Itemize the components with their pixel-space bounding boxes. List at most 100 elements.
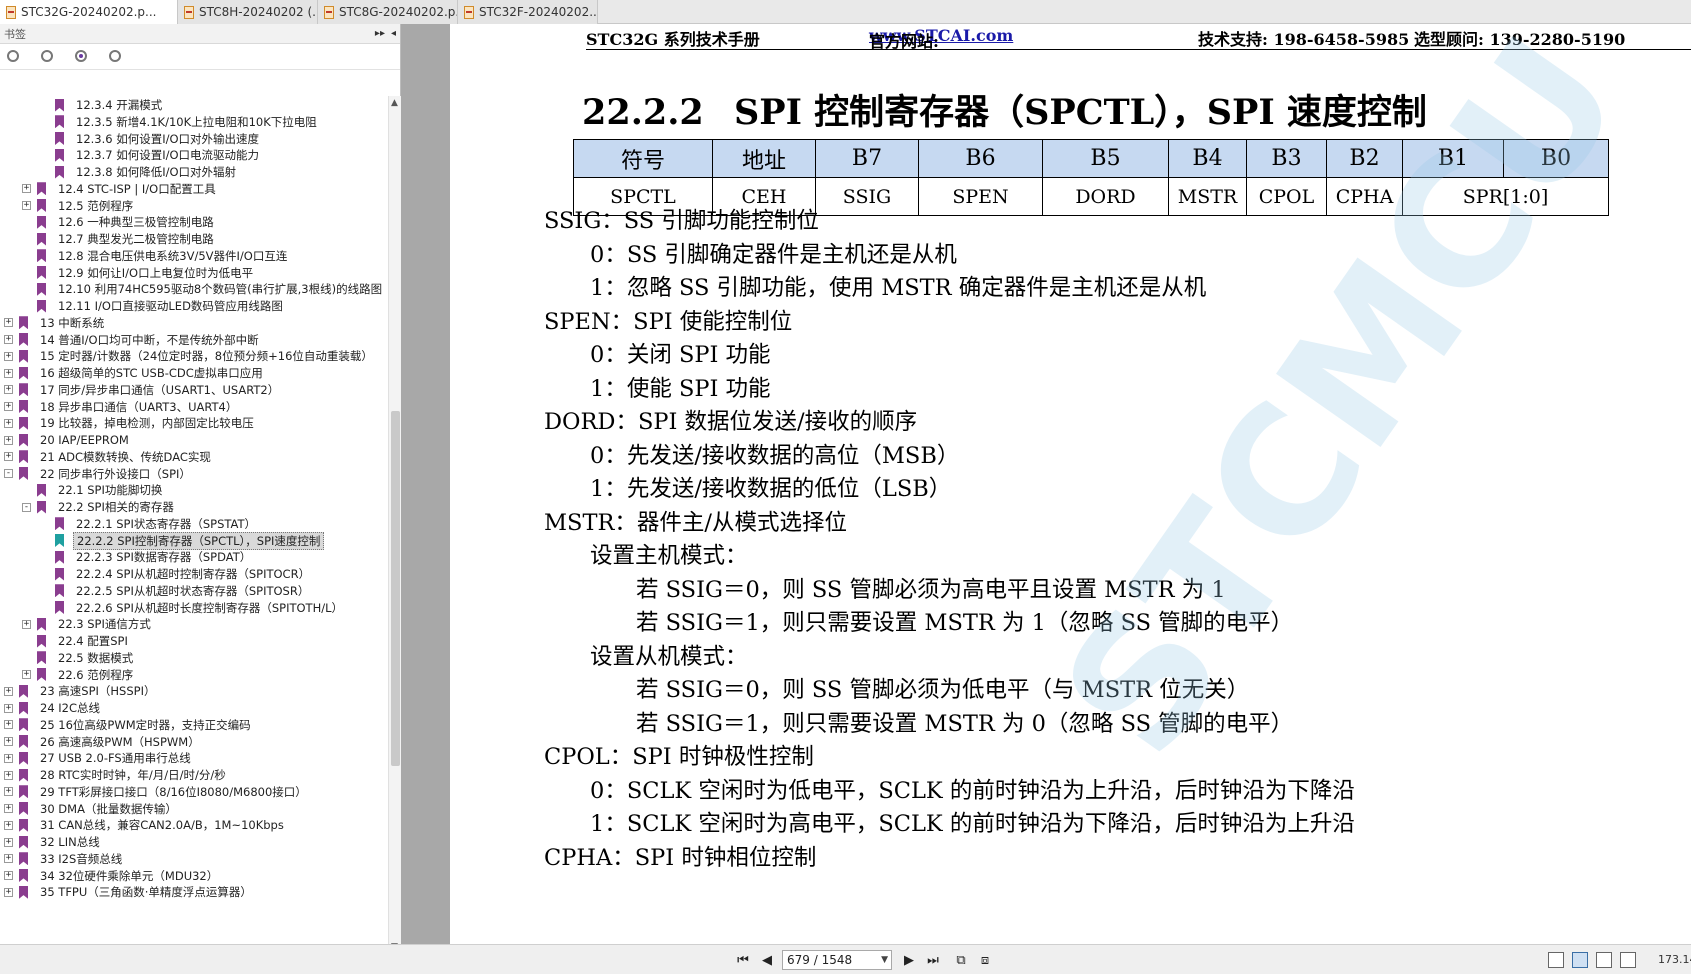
expand-toggle-icon[interactable]: +: [4, 385, 13, 395]
bookmark-item[interactable]: 12.8 混合电压供电系统3V/5V器件I/O口互连: [22, 247, 290, 265]
bookmark-item[interactable]: +35 TFPU（三角函数·单精度浮点运算器）: [4, 883, 255, 901]
bookmark-item[interactable]: 12.3.4 开漏模式: [40, 96, 165, 114]
bookmark-options-icon[interactable]: [108, 49, 124, 65]
expand-toggle-icon[interactable]: +: [4, 887, 13, 897]
bookmark-item[interactable]: 22.1 SPI功能脚切换: [22, 481, 165, 499]
bookmark-item[interactable]: 12.3.7 如何设置I/O口电流驱动能力: [40, 146, 262, 164]
expand-toggle-icon[interactable]: +: [4, 871, 13, 880]
expand-toggle-icon[interactable]: +: [4, 854, 13, 864]
single-page-view-icon[interactable]: [1548, 952, 1564, 968]
bookmark-item[interactable]: +12.5 范例程序: [22, 197, 136, 215]
expand-toggle-icon[interactable]: +: [4, 837, 13, 847]
expand-toggle-icon[interactable]: +: [4, 368, 13, 378]
sidebar-collapse-button[interactable]: ▸▸: [375, 28, 385, 39]
bookmark-item[interactable]: +21 ADC模数转换、传统DAC实现: [4, 448, 214, 466]
bookmark-item[interactable]: +16 超级简单的STC USB-CDC虚拟串口应用: [4, 364, 266, 382]
bookmark-item[interactable]: +31 CAN总线，兼容CAN2.0A/B，1M~10Kbps: [4, 816, 287, 834]
tab-stc8h[interactable]: STC8H-20240202 (...: [178, 0, 318, 24]
bookmark-item[interactable]: +34 32位硬件乘除单元（MDU32）: [4, 867, 221, 885]
expand-toggle-icon[interactable]: +: [4, 703, 13, 713]
scrollbar-thumb[interactable]: [391, 411, 400, 766]
bookmark-item[interactable]: 12.7 典型发光二极管控制电路: [22, 230, 217, 248]
bookmark-item[interactable]: +12.4 STC-ISP | I/O口配置工具: [22, 180, 219, 198]
bookmark-item[interactable]: +27 USB 2.0-FS通用串行总线: [4, 749, 194, 767]
expand-toggle-icon[interactable]: +: [4, 402, 13, 411]
bookmark-item[interactable]: 12.9 如何让I/O口上电复位时为低电平: [22, 264, 256, 282]
find-current-bookmark-icon[interactable]: [74, 49, 90, 65]
expand-toggle-icon[interactable]: +: [4, 452, 13, 462]
sidebar-close-button[interactable]: ◂: [391, 28, 396, 39]
bookmark-item[interactable]: +30 DMA（批量数据传输）: [4, 800, 180, 818]
bookmark-item[interactable]: 12.10 利用74HC595驱动8个数码管(串行扩展,3根线)的线路图: [22, 280, 385, 298]
bookmark-item[interactable]: 12.11 I/O口直接驱动LED数码管应用线路图: [22, 297, 286, 315]
go-back-icon[interactable]: ⧉: [952, 951, 970, 969]
expand-toggle-icon[interactable]: +: [4, 720, 13, 730]
tab-stc32f[interactable]: STC32F-20240202....: [458, 0, 598, 24]
next-page-icon[interactable]: ▶: [900, 951, 918, 969]
bookmark-item[interactable]: +15 定时器/计数器（24位定时器，8位预分频+16位自动重装载）: [4, 347, 376, 365]
expand-toggle-icon[interactable]: +: [4, 418, 13, 428]
bookmark-item[interactable]: 12.3.5 新增4.1K/10K上拉电阻和10K下拉电阻: [40, 113, 320, 131]
bookmark-item[interactable]: 12.3.8 如何降低I/O口对外辐射: [40, 163, 239, 181]
expand-all-bookmarks-icon[interactable]: [6, 49, 22, 65]
expand-toggle-icon[interactable]: +: [4, 787, 13, 797]
expand-toggle-icon[interactable]: +: [4, 737, 13, 746]
sidebar-vertical-scrollbar[interactable]: ▲ ▼: [388, 96, 401, 956]
bookmark-item[interactable]: 22.2.2 SPI控制寄存器（SPCTL），SPI速度控制: [40, 531, 325, 550]
expand-toggle-icon[interactable]: +: [22, 184, 31, 194]
bookmark-item[interactable]: +22.6 范例程序: [22, 666, 136, 684]
bookmark-item[interactable]: +33 I2S音频总线: [4, 850, 125, 868]
bookmark-item[interactable]: - 22.2 SPI相关的寄存器: [22, 498, 177, 516]
bookmark-item[interactable]: 22.5 数据模式: [22, 649, 136, 667]
expand-toggle-icon[interactable]: +: [22, 201, 31, 210]
bookmark-item[interactable]: 22.2.3 SPI数据寄存器（SPDAT）: [40, 548, 254, 566]
expand-toggle-icon[interactable]: +: [4, 820, 13, 830]
bookmark-item[interactable]: +28 RTC实时时钟，年/月/日/时/分/秒: [4, 766, 229, 784]
expand-toggle-icon[interactable]: +: [22, 670, 31, 679]
collapse-toggle-icon[interactable]: -: [22, 502, 31, 512]
expand-toggle-icon[interactable]: +: [4, 753, 13, 763]
continuous-view-icon[interactable]: [1572, 952, 1588, 968]
expand-toggle-icon[interactable]: +: [4, 435, 13, 445]
first-page-icon[interactable]: ⏮: [734, 951, 752, 969]
bookmark-item[interactable]: +18 异步串口通信（UART3、UART4）: [4, 398, 240, 416]
bookmark-item[interactable]: +19 比较器，掉电检测，内部固定比较电压: [4, 414, 257, 432]
expand-toggle-icon[interactable]: +: [4, 335, 13, 344]
bookmark-item[interactable]: 12.6 一种典型三极管控制电路: [22, 213, 217, 231]
facing-view-icon[interactable]: [1596, 952, 1612, 968]
previous-page-icon[interactable]: ◀: [758, 951, 776, 969]
tab-stc8g[interactable]: STC8G-20240202.p...: [318, 0, 458, 24]
collapse-all-bookmarks-icon[interactable]: [40, 49, 56, 65]
bookmark-item[interactable]: 22.2.5 SPI从机超时状态寄存器（SPITOSR）: [40, 582, 312, 600]
expand-toggle-icon[interactable]: +: [4, 804, 13, 813]
bookmark-item[interactable]: +23 高速SPI（HSSPI）: [4, 682, 159, 700]
expand-toggle-icon[interactable]: +: [22, 619, 31, 629]
bookmark-item[interactable]: +13 中断系统: [4, 314, 107, 332]
last-page-icon[interactable]: ⏭: [924, 951, 942, 969]
bookmark-item[interactable]: 22.2.1 SPI状态寄存器（SPSTAT）: [40, 515, 259, 533]
bookmark-item[interactable]: 22.2.4 SPI从机超时控制寄存器（SPITOCR）: [40, 565, 313, 583]
go-forward-icon[interactable]: ⧈: [976, 951, 994, 969]
bookmark-item[interactable]: +26 高速高级PWM（HSPWM）: [4, 733, 203, 751]
bookmark-item[interactable]: +25 16位高级PWM定时器，支持正交编码: [4, 716, 254, 734]
bookmark-item[interactable]: +29 TFT彩屏接口接口（8/16位I8080/M6800接口）: [4, 783, 310, 801]
tab-stc32g[interactable]: STC32G-20240202.p...: [0, 0, 178, 24]
bookmark-item[interactable]: +17 同步/异步串口通信（USART1、USART2）: [4, 381, 282, 399]
expand-toggle-icon[interactable]: +: [4, 351, 13, 361]
bookmark-item[interactable]: +24 I2C总线: [4, 699, 103, 717]
bookmark-item[interactable]: 12.3.6 如何设置I/O口对外输出速度: [40, 130, 262, 148]
bookmark-item[interactable]: +32 LIN总线: [4, 833, 103, 851]
bookmark-item[interactable]: +22.3 SPI通信方式: [22, 615, 154, 633]
expand-toggle-icon[interactable]: +: [4, 318, 13, 328]
bookmark-item[interactable]: - 22 同步串行外设接口（SPI）: [4, 465, 194, 483]
expand-toggle-icon[interactable]: +: [4, 770, 13, 780]
chevron-down-icon[interactable]: ▼: [881, 951, 888, 969]
bookmark-item[interactable]: 22.2.6 SPI从机超时长度控制寄存器（SPITOTH/L）: [40, 599, 346, 617]
scroll-up-icon[interactable]: ▲: [391, 98, 398, 108]
bookmark-item[interactable]: +20 IAP/EEPROM: [4, 431, 132, 449]
bookmark-item[interactable]: 22.4 配置SPI: [22, 632, 131, 650]
page-number-field[interactable]: 679 / 1548 ▼: [782, 950, 892, 970]
book-view-icon[interactable]: [1620, 952, 1636, 968]
collapse-toggle-icon[interactable]: -: [4, 469, 13, 478]
expand-toggle-icon[interactable]: +: [4, 686, 13, 696]
